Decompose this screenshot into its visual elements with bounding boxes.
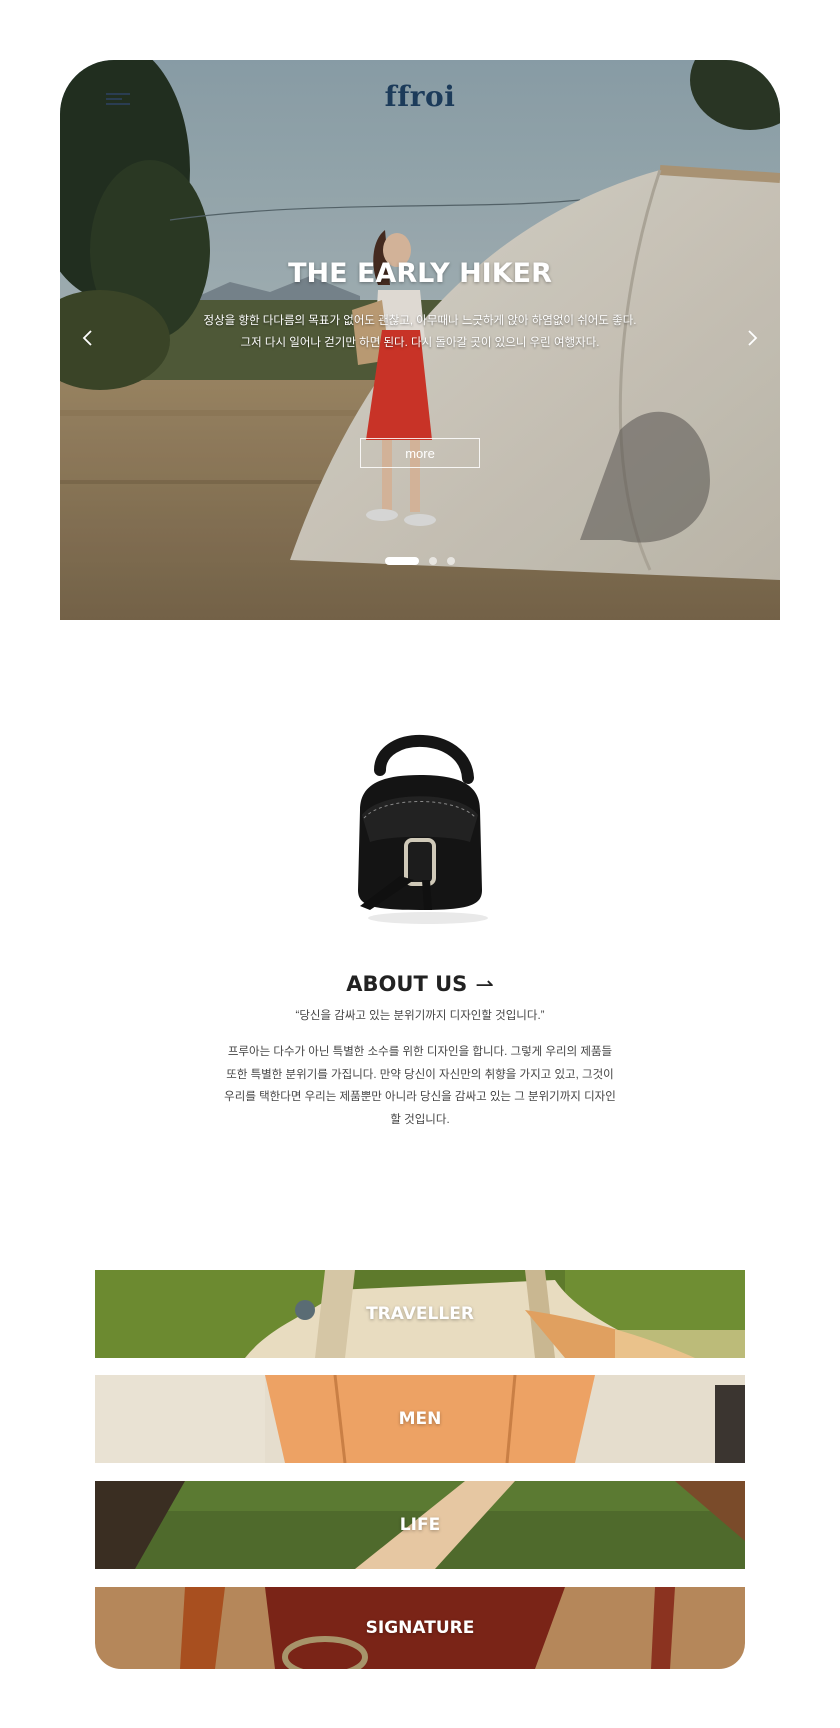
category-traveller[interactable]: TRAVELLER	[95, 1270, 745, 1358]
chevron-left-icon[interactable]	[76, 326, 100, 350]
category-life[interactable]: LIFE	[95, 1481, 745, 1569]
product-image-handbag	[340, 730, 500, 930]
slider-pagination	[60, 552, 780, 570]
about-body-line: 또한 특별한 분위기를 가집니다. 만약 당신이 자신만의 취향을 가지고 있고…	[226, 1068, 614, 1081]
more-button[interactable]: more	[360, 438, 480, 468]
hero-description-line: 정상을 향한 다다름의 목표가 없어도 괜찮고, 아무때나 느긋하게 앉아 하염…	[203, 315, 637, 327]
arrow-right-icon[interactable]: ⇀	[475, 973, 493, 998]
about-body-line: 프루아는 다수가 아닌 특별한 소수를 위한 디자인을 합니다. 그렇게 우리의…	[227, 1046, 613, 1058]
about-body-line: 우리를 택한다면 우리는 제품뿐만 아니라 당신을 감싸고 있는 그 분위기까지…	[224, 1091, 616, 1103]
category-signature[interactable]: SIGNATURE	[95, 1587, 745, 1669]
category-label: TRAVELLER	[366, 1304, 474, 1324]
chevron-right-icon[interactable]	[740, 326, 764, 350]
brand-logo[interactable]: ffroi	[60, 80, 780, 113]
about-heading: ABOUT US ⇀	[0, 972, 840, 998]
slide-dot-3[interactable]	[447, 556, 456, 565]
about-quote: “당신을 감싸고 있는 분위기까지 디자인할 것입니다.”	[295, 1010, 545, 1022]
category-men[interactable]: MEN	[95, 1375, 745, 1463]
hero-title: THE EARLY HIKER	[288, 258, 552, 289]
category-label: MEN	[398, 1409, 442, 1429]
about-body-line: 할 것입니다.	[390, 1113, 450, 1126]
about-title: ABOUT US	[346, 972, 468, 996]
about-body: 프루아는 다수가 아닌 특별한 소수를 위한 디자인을 합니다. 그렇게 우리의…	[200, 1041, 640, 1131]
slide-dot-1[interactable]	[384, 556, 419, 565]
hero-slider: ffroi THE EARLY HIKER 정상을 향한 다다름의 목표가 없어…	[60, 60, 780, 620]
hero-description: 정상을 향한 다다름의 목표가 없어도 괜찮고, 아무때나 느긋하게 앉아 하염…	[180, 310, 660, 354]
hero-description-line: 그저 다시 일어나 걷기만 하면 된다. 다시 돌아갈 곳이 있으니 우린 여행…	[240, 337, 600, 349]
slide-dot-2[interactable]	[429, 556, 437, 565]
category-label: SIGNATURE	[365, 1618, 475, 1638]
category-label: LIFE	[399, 1515, 441, 1535]
